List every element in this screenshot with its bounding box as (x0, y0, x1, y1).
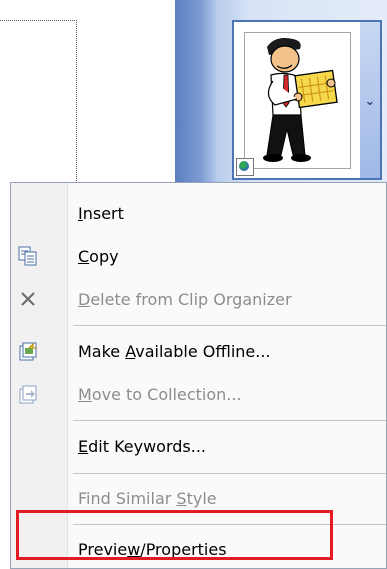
businessman-clipart-icon (263, 38, 338, 162)
menu-item-label: Make Available Offline... (78, 341, 271, 361)
menu-item-insert[interactable]: Insert (11, 193, 386, 233)
menu-item-delete-from-clip-organizer[interactable]: Delete from Clip Organizer (11, 279, 386, 319)
clip-art-thumbnail[interactable]: ⌄ (232, 20, 382, 180)
menu-item-edit-keywords[interactable]: Edit Keywords... (11, 426, 386, 466)
menu-item-label: Delete from Clip Organizer (78, 289, 292, 309)
menu-separator (73, 325, 386, 326)
highlight-annotation-box (16, 510, 333, 560)
menu-item-label: Edit Keywords... (78, 436, 206, 456)
context-menu: Insert Copy Delete from Clip Organizer M… (10, 182, 387, 569)
copy-icon (15, 243, 41, 269)
menu-separator (73, 473, 386, 474)
menu-item-label: Move to Collection... (78, 384, 242, 404)
clip-art-image (244, 32, 351, 169)
move-to-collection-icon (15, 381, 41, 407)
globe-icon (236, 158, 254, 176)
menu-item-copy[interactable]: Copy (11, 236, 386, 276)
chevron-down-icon[interactable]: ⌄ (360, 22, 380, 178)
menu-item-label: Find Similar Style (78, 488, 217, 508)
offline-icon (15, 338, 41, 364)
menu-item-label: Insert (78, 203, 124, 223)
menu-separator (73, 420, 386, 421)
menu-item-label: Copy (78, 246, 119, 266)
menu-item-move-to-collection[interactable]: Move to Collection... (11, 374, 386, 414)
menu-item-make-available-offline[interactable]: Make Available Offline... (11, 331, 386, 371)
delete-x-icon (15, 286, 41, 312)
